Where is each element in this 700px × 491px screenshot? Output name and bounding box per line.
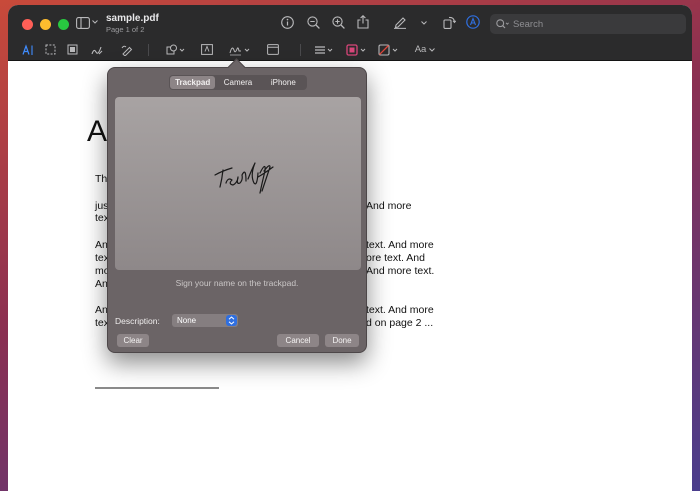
border-color-icon[interactable]: [346, 43, 368, 56]
signature-line: [95, 387, 219, 389]
rectangle-selection-icon[interactable]: [44, 43, 56, 56]
text-box-icon[interactable]: [200, 43, 213, 56]
search-input[interactable]: [513, 18, 673, 30]
zoom-out-icon[interactable]: [306, 15, 320, 29]
toolbar-divider: [300, 44, 301, 56]
chevron-down-icon: [429, 47, 436, 52]
search-icon: [496, 19, 509, 29]
document-line: text. And more: [366, 239, 434, 251]
zoom-in-icon[interactable]: [331, 15, 345, 29]
text-style-button[interactable]: Aa: [413, 43, 437, 56]
document-line: ore text. And: [366, 252, 425, 264]
signature-pad[interactable]: [115, 97, 361, 270]
cancel-button[interactable]: Cancel: [277, 334, 319, 347]
close-window-button[interactable]: [22, 19, 33, 30]
signature-hint: Sign your name on the trackpad.: [175, 278, 299, 288]
document-line: And more text.: [366, 265, 435, 277]
redact-icon[interactable]: [66, 43, 78, 56]
document-line: An: [95, 278, 108, 290]
text-style-label: Aa: [414, 44, 427, 55]
document-line: text. And more: [366, 304, 434, 316]
document-heading: A: [87, 115, 108, 148]
minimize-window-button[interactable]: [40, 19, 51, 30]
shapes-icon[interactable]: [166, 43, 186, 56]
signature-popover: Trackpad Camera iPhone Sign your name on…: [107, 67, 367, 353]
document-line: And more: [366, 200, 412, 212]
chevron-up-down-icon: [226, 315, 237, 326]
zoom-window-button[interactable]: [58, 19, 69, 30]
sign-icon[interactable]: [229, 43, 251, 56]
sidebar-icon[interactable]: [76, 16, 90, 30]
window-controls: [22, 19, 69, 30]
description-value: None: [177, 316, 197, 325]
document-line: Th: [95, 173, 108, 185]
description-label: Description:: [115, 316, 160, 326]
chevron-down-icon[interactable]: [421, 20, 427, 26]
document-line: d on page 2 ...: [366, 317, 434, 329]
search-field[interactable]: [490, 14, 686, 34]
clear-button[interactable]: Clear: [117, 334, 149, 347]
document-line: An: [95, 239, 108, 251]
tab-trackpad[interactable]: Trackpad: [170, 76, 216, 89]
document-line: An: [95, 304, 108, 316]
page-indicator: Page 1 of 2: [106, 25, 145, 34]
share-icon[interactable]: [356, 14, 370, 29]
note-icon[interactable]: [266, 43, 279, 56]
document-title: sample.pdf: [106, 13, 159, 24]
fill-color-icon[interactable]: [378, 43, 400, 56]
draw-icon[interactable]: [120, 43, 133, 56]
tab-camera[interactable]: Camera: [215, 76, 260, 89]
toolbar-divider: [148, 44, 149, 56]
description-select[interactable]: None: [172, 314, 238, 327]
title-bar: sample.pdf Page 1 of 2 Search Aa: [8, 5, 692, 61]
signature-source-tabs: Trackpad Camera iPhone: [169, 75, 307, 90]
rotate-icon[interactable]: [442, 15, 456, 29]
tab-iphone[interactable]: iPhone: [261, 76, 306, 89]
sketch-icon[interactable]: [90, 43, 103, 56]
highlight-pen-icon[interactable]: [393, 15, 407, 29]
line-style-icon[interactable]: [314, 43, 334, 56]
done-button[interactable]: Done: [325, 334, 359, 347]
text-selection-icon[interactable]: [22, 43, 34, 56]
markup-icon[interactable]: [466, 15, 480, 29]
chevron-down-icon[interactable]: [92, 19, 98, 25]
signature-drawing: [214, 162, 274, 194]
info-icon[interactable]: [280, 15, 294, 29]
